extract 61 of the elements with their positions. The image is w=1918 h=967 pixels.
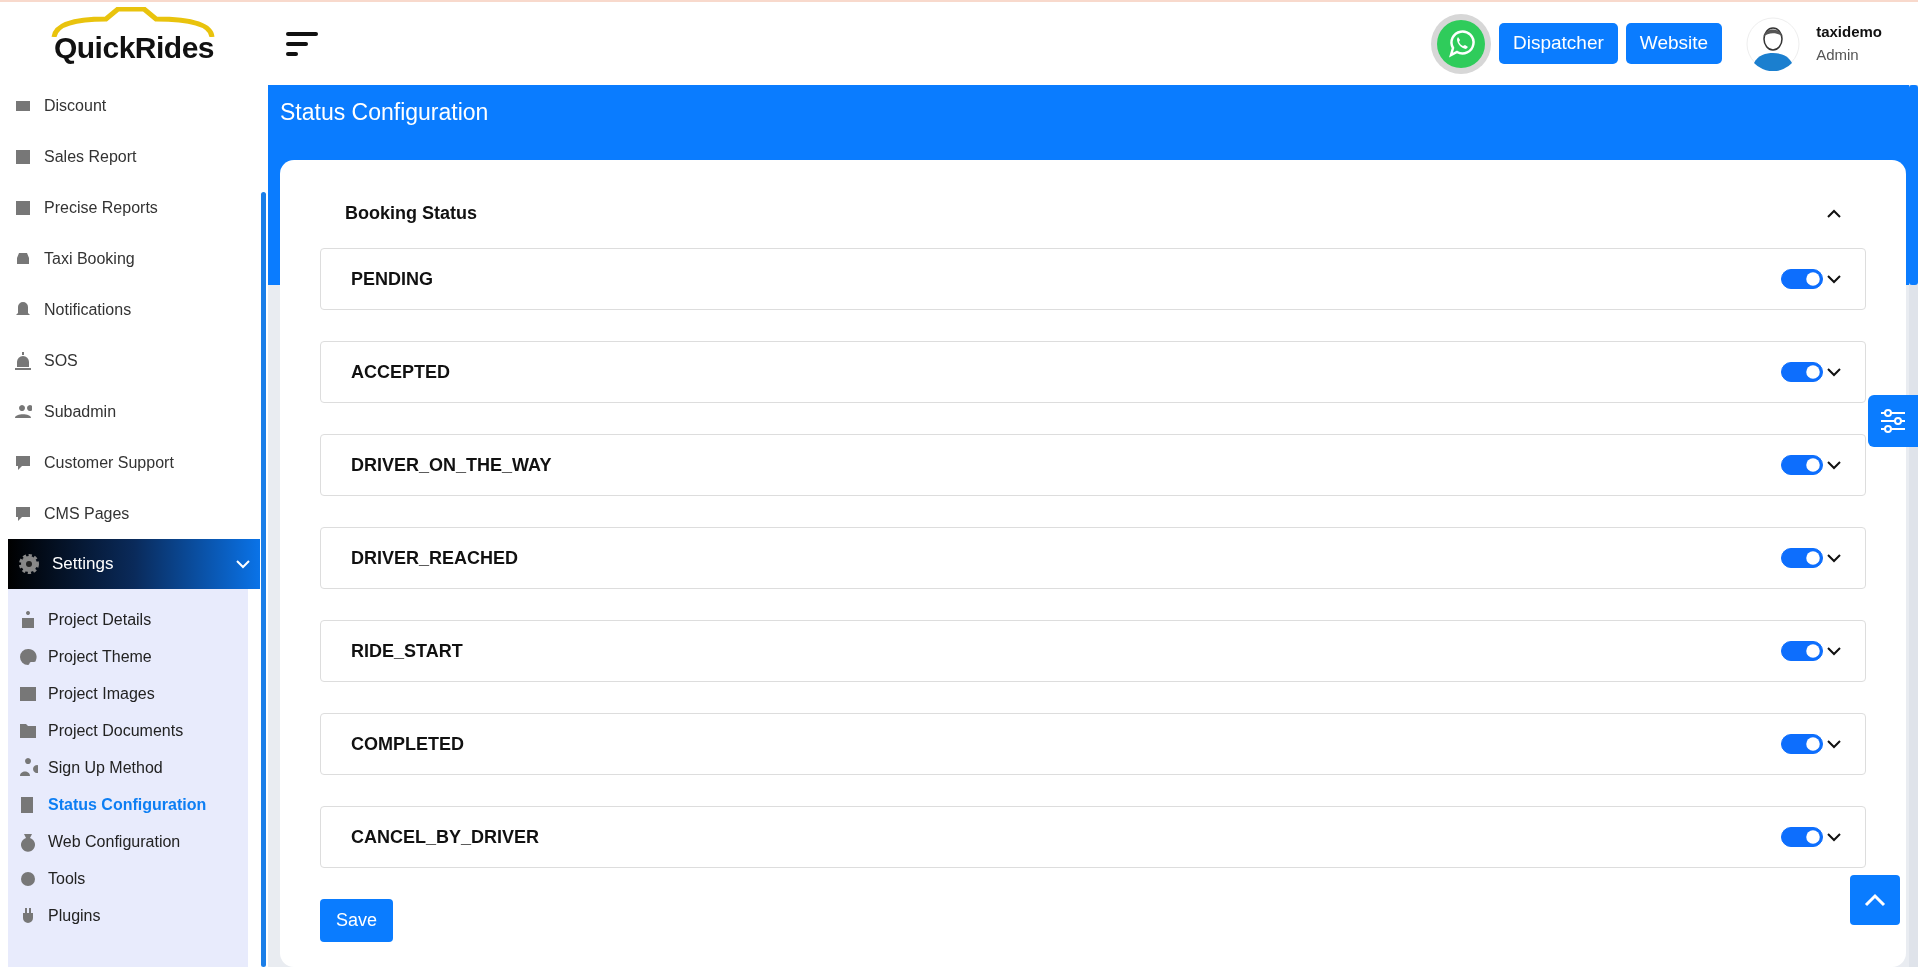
avatar-icon[interactable]: [1746, 16, 1801, 71]
caret-up-icon: [1864, 893, 1886, 907]
status-toggle[interactable]: [1781, 827, 1823, 847]
sliders-icon: [1880, 409, 1906, 433]
status-toggle[interactable]: [1781, 641, 1823, 661]
sidebar-item[interactable]: Notifications: [0, 284, 268, 335]
chevron-icon[interactable]: [1827, 461, 1841, 471]
chevron-icon[interactable]: [1827, 209, 1841, 219]
status-toggle[interactable]: [1781, 269, 1823, 289]
status-toggle[interactable]: [1781, 362, 1823, 382]
chevron-icon[interactable]: [1827, 275, 1841, 285]
logo: QuickRides: [53, 12, 215, 70]
status-toggle[interactable]: [1781, 734, 1823, 754]
sidebar-item[interactable]: Customer Support: [0, 437, 268, 488]
sidebar-item[interactable]: CMS Pages: [0, 488, 268, 539]
submenu-item[interactable]: Project Details: [18, 601, 248, 638]
status-toggle[interactable]: [1781, 455, 1823, 475]
sidebar-item[interactable]: SOS: [0, 335, 268, 386]
submenu-item[interactable]: Tools: [18, 860, 248, 897]
page-title: Status Configuration: [280, 98, 490, 127]
status-toggle[interactable]: [1781, 548, 1823, 568]
chevron-icon[interactable]: [1827, 647, 1841, 657]
header-button[interactable]: Dispatcher: [1499, 23, 1618, 64]
status-label: PENDING: [351, 267, 434, 291]
save-button[interactable]: Save: [320, 899, 394, 942]
sidebar-item[interactable]: Precise Reports: [0, 182, 268, 233]
submenu-item[interactable]: Plugins: [18, 897, 248, 934]
chevron-icon[interactable]: [1827, 368, 1841, 378]
submenu-item[interactable]: Project Images: [18, 675, 248, 712]
siren-icon: [14, 351, 32, 370]
submenu-item[interactable]: Web Configuration: [18, 823, 248, 860]
sidebar-item[interactable]: Sales Report: [0, 131, 268, 182]
submenu-item[interactable]: Sign Up Method: [18, 749, 248, 786]
gear-icon: [18, 553, 40, 575]
settings-menu-item[interactable]: Settings: [8, 539, 260, 589]
scroll-top-button[interactable]: [1850, 875, 1900, 925]
status-label: ACCEPTED: [351, 360, 451, 384]
settings-button[interactable]: [1868, 395, 1918, 447]
sidebar-item[interactable]: Taxi Booking: [0, 233, 268, 284]
status-label: CANCEL_BY_DRIVER: [351, 825, 541, 849]
chevron-icon[interactable]: [1827, 833, 1841, 843]
menu-icon[interactable]: [286, 30, 320, 57]
chevron-icon[interactable]: [1827, 740, 1841, 750]
submenu-item[interactable]: Project Documents: [18, 712, 248, 749]
user-name: taxidemo: [1816, 22, 1882, 42]
user-role: Admin: [1816, 44, 1860, 65]
scrollbar-thumb[interactable]: [261, 192, 266, 967]
section-title: Booking Status: [345, 201, 477, 225]
sidebar-item[interactable]: Discount: [0, 80, 268, 131]
status-label: DRIVER_ON_THE_WAY: [351, 453, 553, 477]
expand-chevron-icon[interactable]: [236, 560, 250, 570]
people-icon: [14, 402, 32, 421]
submenu-item[interactable]: Project Theme: [18, 638, 248, 675]
status-label: COMPLETED: [351, 732, 465, 756]
status-label: DRIVER_REACHED: [351, 546, 520, 570]
status-label: RIDE_START: [351, 639, 464, 663]
sidebar-item[interactable]: Subadmin: [0, 386, 268, 437]
bag-icon: [18, 831, 38, 852]
header-button[interactable]: Website: [1625, 23, 1723, 64]
chevron-icon[interactable]: [1827, 554, 1841, 564]
scrollbar-thumb[interactable]: [1909, 85, 1918, 285]
